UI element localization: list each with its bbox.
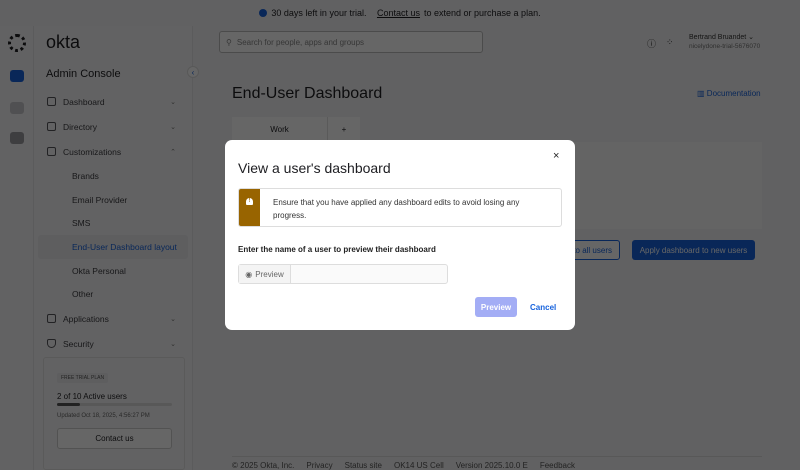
feedback-link[interactable]: Feedback bbox=[540, 461, 575, 470]
trial-badge: FREE TRIAL PLAN bbox=[57, 373, 109, 383]
user-name-input[interactable] bbox=[291, 265, 447, 283]
collapse-sidebar-button[interactable]: ‹ bbox=[187, 66, 199, 78]
users-progress-fill bbox=[57, 403, 80, 406]
search-icon: ⚲ bbox=[226, 37, 232, 47]
user-preview-field[interactable]: ◉ Preview bbox=[238, 264, 448, 284]
sidebar-subitem-brands[interactable]: Brands bbox=[38, 164, 188, 188]
user-name: Bertrand Bruandet bbox=[689, 34, 747, 41]
chevron-up-icon: ⌃ bbox=[170, 148, 176, 156]
sidebar: okta Admin Console ‹ Dashboard ⌄ Director… bbox=[34, 26, 199, 470]
sidebar-item-directory[interactable]: Directory ⌄ bbox=[38, 114, 188, 139]
sidebar-item-customizations[interactable]: Customizations ⌃ bbox=[38, 139, 188, 164]
sliders-icon bbox=[47, 147, 56, 156]
book-icon: ▥ bbox=[697, 89, 705, 98]
shield-icon bbox=[47, 339, 56, 349]
sidebar-item-label: Customizations bbox=[63, 146, 122, 157]
user-org: nicelydone-trial-5676070 bbox=[689, 43, 761, 50]
info-icon bbox=[259, 9, 268, 17]
chevron-down-icon: ⌄ bbox=[170, 98, 176, 106]
sidebar-item-label: Dashboard bbox=[63, 96, 105, 107]
warning-text: Ensure that you have applied any dashboa… bbox=[273, 198, 520, 220]
eye-icon: ◉ bbox=[245, 269, 253, 279]
tab-work[interactable]: Work bbox=[232, 117, 328, 142]
apply-new-users-button[interactable]: Apply dashboard to new users bbox=[632, 240, 755, 260]
updated-time: Updated Oct 18, 2025, 4:56:27 PM bbox=[57, 413, 150, 419]
documentation-link[interactable]: ▥ Documentation bbox=[697, 89, 761, 98]
page-title: End-User Dashboard bbox=[232, 85, 383, 102]
help-icon[interactable]: ⓘ bbox=[647, 37, 656, 50]
dialog-title: View a user's dashboard bbox=[238, 160, 391, 176]
contact-us-button[interactable]: Contact us bbox=[57, 428, 172, 449]
add-tab-button[interactable]: + bbox=[328, 117, 360, 142]
documentation-label: Documentation bbox=[706, 89, 761, 98]
copyright: © 2025 Okta, Inc. bbox=[232, 461, 295, 470]
home-icon bbox=[47, 97, 56, 106]
search-input[interactable] bbox=[236, 37, 467, 47]
directory-icon bbox=[47, 122, 56, 131]
trial-banner: 30 days left in your trial. Contact us t… bbox=[0, 0, 800, 26]
warning-callout: ! Ensure that you have applied any dashb… bbox=[238, 188, 562, 227]
contact-us-link[interactable]: Contact us bbox=[377, 8, 420, 18]
sidebar-subitem-end-user-dashboard[interactable]: End-User Dashboard layout bbox=[38, 235, 188, 259]
close-icon[interactable]: × bbox=[553, 150, 559, 162]
sidebar-subitem-sms[interactable]: SMS bbox=[38, 211, 188, 235]
okta-logo: okta bbox=[46, 32, 81, 52]
trial-card: FREE TRIAL PLAN 2 of 10 Active users Upd… bbox=[43, 357, 185, 470]
global-search[interactable]: ⚲ bbox=[219, 31, 483, 53]
sidebar-subitem-email-provider[interactable]: Email Provider bbox=[38, 188, 188, 212]
footer: © 2025 Okta, Inc. Privacy Status site OK… bbox=[232, 456, 762, 470]
sidebar-item-label: Security bbox=[63, 338, 94, 349]
preview-button[interactable]: Preview bbox=[475, 297, 517, 317]
cell-info: OK14 US Cell bbox=[393, 461, 444, 470]
user-menu[interactable]: Bertrand Bruandet ⌄ nicelydone-trial-567… bbox=[689, 33, 760, 50]
view-user-dashboard-dialog: View a user's dashboard × ! Ensure that … bbox=[225, 140, 575, 330]
dashboard-tabs: Work + bbox=[232, 117, 360, 142]
chevron-down-icon: ⌄ bbox=[170, 123, 176, 131]
app-rail bbox=[0, 26, 34, 470]
sidebar-item-label: Directory bbox=[63, 121, 98, 132]
sidebar-item-security[interactable]: Security ⌄ bbox=[38, 331, 188, 356]
grid-icon bbox=[47, 314, 56, 324]
warning-strip: ! bbox=[239, 189, 260, 226]
sidebar-item-label: Applications bbox=[63, 313, 109, 324]
apps-grid-icon[interactable]: ⁘ bbox=[666, 37, 674, 48]
banner-suffix: to extend or purchase a plan. bbox=[424, 8, 541, 18]
chevron-down-icon: ⌄ bbox=[748, 34, 755, 41]
active-users: 2 of 10 Active users bbox=[57, 392, 127, 401]
sidebar-item-applications[interactable]: Applications ⌄ bbox=[38, 306, 188, 331]
apps-add-icon[interactable] bbox=[10, 102, 24, 114]
sidebar-subitem-other[interactable]: Other bbox=[38, 282, 188, 306]
chevron-down-icon: ⌄ bbox=[170, 340, 176, 348]
user-field-label: Enter the name of a user to preview thei… bbox=[238, 245, 436, 254]
users-progress bbox=[57, 403, 172, 406]
version-info: Version 2025.10.0 E bbox=[455, 461, 528, 470]
cancel-button[interactable]: Cancel bbox=[530, 297, 556, 317]
chevron-down-icon: ⌄ bbox=[170, 315, 176, 323]
sidebar-subitem-okta-personal[interactable]: Okta Personal bbox=[38, 259, 188, 283]
admin-console-title: Admin Console bbox=[46, 68, 121, 80]
status-site-link[interactable]: Status site bbox=[345, 461, 382, 470]
okta-sun-icon bbox=[8, 34, 26, 52]
prefix-label: Preview bbox=[255, 269, 284, 279]
admin-toggle-icon[interactable] bbox=[10, 70, 24, 82]
workflow-icon[interactable] bbox=[10, 132, 24, 144]
banner-text: 30 days left in your trial. bbox=[271, 8, 367, 18]
preview-prefix: ◉ Preview bbox=[239, 265, 291, 283]
sidebar-nav: Dashboard ⌄ Directory ⌄ Customizations ⌃ Br… bbox=[38, 89, 188, 356]
privacy-link[interactable]: Privacy bbox=[306, 461, 332, 470]
sidebar-item-dashboard[interactable]: Dashboard ⌄ bbox=[38, 89, 188, 114]
warning-icon: ! bbox=[246, 198, 253, 205]
